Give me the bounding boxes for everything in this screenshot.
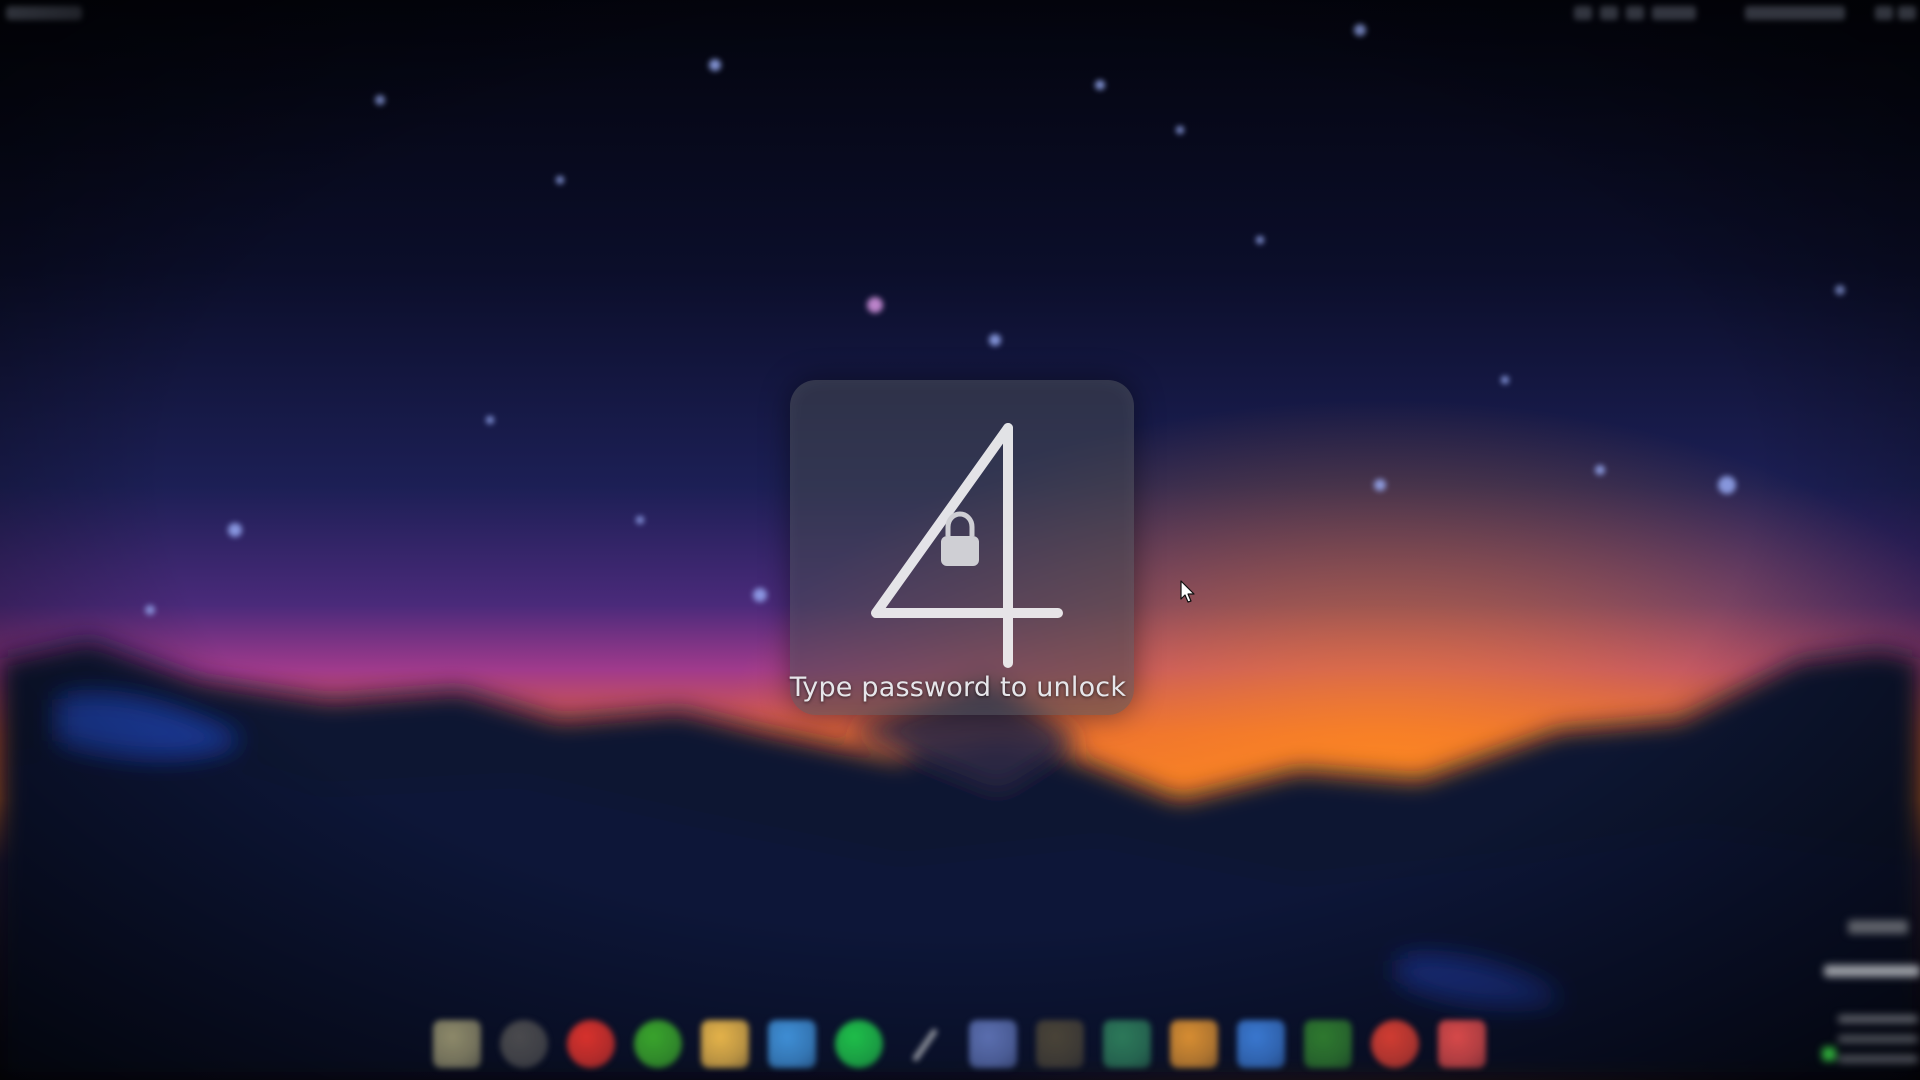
lock-screen: 4 Type password to unlock	[0, 0, 1920, 1080]
document-icon[interactable]	[1237, 1020, 1285, 1068]
tray-icon-menu[interactable]	[1898, 6, 1916, 20]
tray-icon-bluetooth[interactable]	[1626, 6, 1644, 20]
pen-icon[interactable]	[902, 1020, 950, 1068]
mouse-pointer-icon	[1180, 580, 1195, 603]
tray-icon-network[interactable]	[1574, 6, 1592, 20]
chat-icon[interactable]	[634, 1020, 682, 1068]
activities-button[interactable]	[6, 6, 82, 20]
vpn-icon[interactable]	[1103, 1020, 1151, 1068]
lock-icon	[941, 511, 979, 566]
archive-icon[interactable]	[1170, 1020, 1218, 1068]
help-icon[interactable]	[1371, 1020, 1419, 1068]
top-panel	[0, 0, 1920, 26]
browser-shield-icon[interactable]	[567, 1020, 615, 1068]
music-icon[interactable]	[835, 1020, 883, 1068]
tray-clock[interactable]	[1745, 6, 1845, 20]
bird-icon[interactable]	[768, 1020, 816, 1068]
settings-icon[interactable]	[500, 1020, 548, 1068]
slideshow-icon[interactable]	[1438, 1020, 1486, 1068]
tray-icon-battery[interactable]	[1652, 6, 1696, 20]
unlock-prompt-text: Type password to unlock	[789, 672, 1127, 703]
terminal-icon[interactable]	[1036, 1020, 1084, 1068]
tray-icon-power[interactable]	[1875, 6, 1893, 20]
tray-icon-volume[interactable]	[1600, 6, 1618, 20]
spreadsheet-icon[interactable]	[1304, 1020, 1352, 1068]
photos-icon[interactable]	[969, 1020, 1017, 1068]
mail-icon[interactable]	[701, 1020, 749, 1068]
desktop-widget	[1818, 915, 1920, 1080]
dock	[425, 1012, 1500, 1076]
file-manager-icon[interactable]	[433, 1020, 481, 1068]
